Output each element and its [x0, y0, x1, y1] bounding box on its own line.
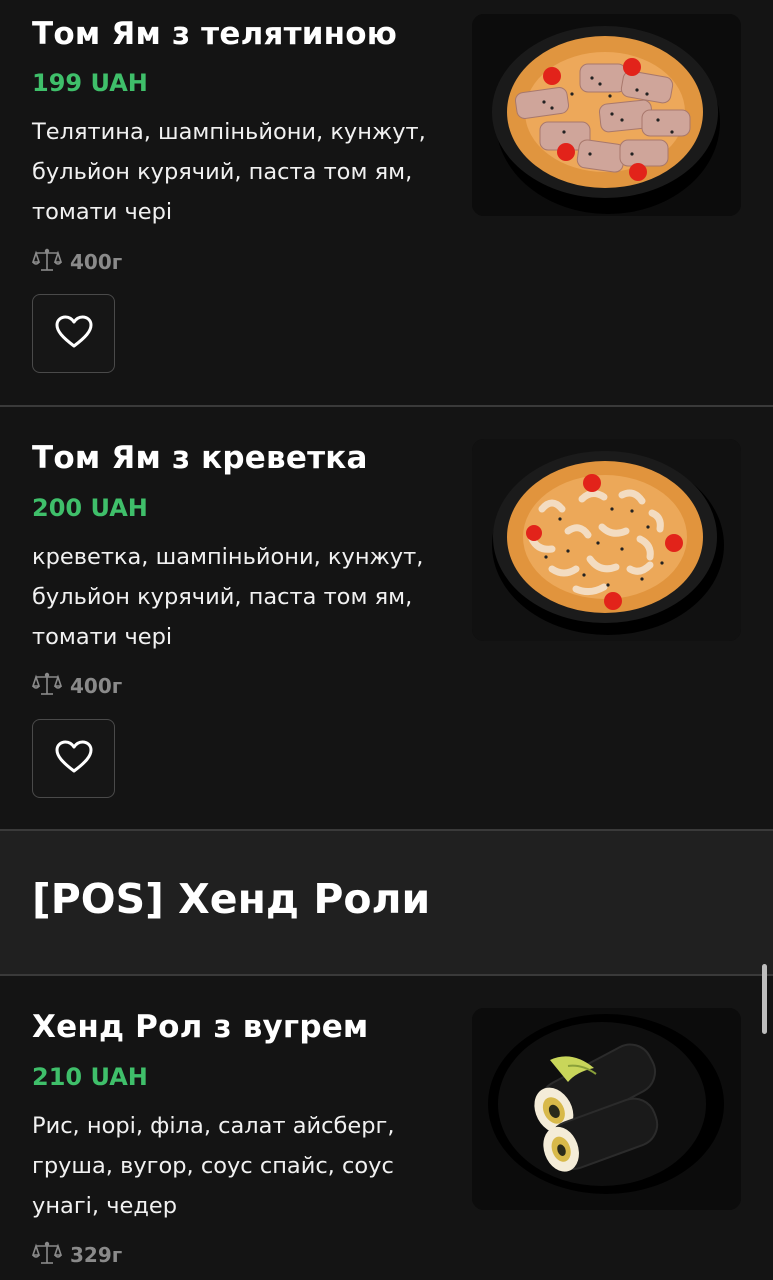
- item-description: Телятина, шампіньйони, кунжут, бульйон к…: [32, 119, 426, 225]
- section-title: [POS] Хенд Роли: [32, 875, 431, 923]
- item-weight: 400г: [31, 248, 123, 277]
- item-photo: [472, 1008, 741, 1210]
- section-header: [POS] Хенд Роли: [0, 831, 773, 975]
- item-weight: 400г: [31, 672, 123, 701]
- heart-icon: [54, 739, 94, 779]
- favorite-button[interactable]: [32, 719, 115, 798]
- scale-icon: [31, 672, 63, 701]
- scrollbar[interactable]: [762, 964, 767, 1034]
- item-title: Том Ям з креветка: [32, 440, 368, 476]
- scale-icon: [31, 248, 63, 277]
- item-price: 199 UAH: [32, 69, 148, 97]
- favorite-button[interactable]: [32, 294, 115, 373]
- menu-page: Том Ям з телятиною 199 UAH Телятина, шам…: [0, 0, 773, 1280]
- item-description: Рис, норі, філа, салат айсберг, груша, в…: [32, 1113, 395, 1219]
- item-title: Том Ям з телятиною: [32, 16, 398, 52]
- item-photo: [472, 439, 741, 641]
- weight-value: 329г: [70, 1243, 123, 1267]
- heart-icon: [54, 314, 94, 354]
- menu-item[interactable]: Хенд Рол з вугрем 210 UAH Рис, норі, філ…: [0, 976, 773, 1280]
- item-photo: [472, 14, 741, 216]
- menu-item[interactable]: Том Ям з креветка 200 UAH креветка, шамп…: [0, 407, 773, 831]
- scale-icon: [31, 1241, 63, 1270]
- item-description: креветка, шампіньйони, кунжут, бульйон к…: [32, 544, 424, 650]
- menu-item[interactable]: Том Ям з телятиною 199 UAH Телятина, шам…: [0, 0, 773, 405]
- item-weight: 329г: [31, 1241, 123, 1270]
- item-price: 200 UAH: [32, 494, 148, 522]
- weight-value: 400г: [70, 250, 123, 274]
- item-price: 210 UAH: [32, 1063, 148, 1091]
- weight-value: 400г: [70, 674, 123, 698]
- item-title: Хенд Рол з вугрем: [32, 1009, 369, 1045]
